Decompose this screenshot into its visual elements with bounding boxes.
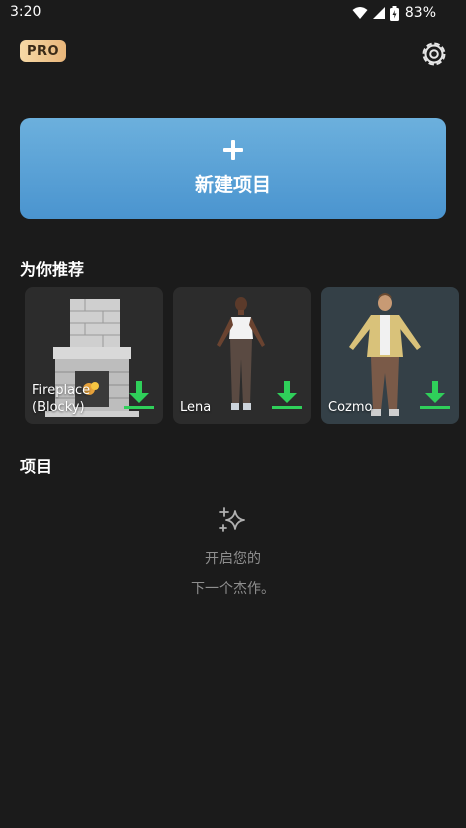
- projects-title: 项目: [20, 457, 53, 476]
- download-icon[interactable]: [271, 380, 303, 410]
- wifi-icon: [352, 7, 368, 19]
- download-icon[interactable]: [123, 380, 155, 410]
- new-project-label: 新建项目: [194, 174, 271, 196]
- recommended-title: 为你推荐: [20, 260, 85, 279]
- recommended-card-lena[interactable]: Lena: [173, 287, 311, 424]
- card-label: Fireplace (Blocky): [32, 383, 91, 415]
- card-label: Cozmo: [328, 400, 373, 415]
- status-icons: 83%: [352, 4, 436, 22]
- gear-icon: [422, 42, 446, 66]
- plus-icon: [223, 140, 243, 160]
- status-bar: 3:20 83%: [0, 0, 466, 26]
- recommended-card-cozmo[interactable]: Cozmo: [321, 287, 459, 424]
- battery-percentage: 83%: [404, 5, 436, 21]
- signal-icon: [372, 7, 385, 19]
- card-label: Lena: [180, 400, 212, 415]
- new-project-button[interactable]: 新建项目: [20, 118, 446, 219]
- empty-state-line2: 下一个杰作。: [191, 581, 275, 597]
- sparkle-icon: [219, 507, 245, 532]
- pro-badge[interactable]: PRO: [20, 40, 66, 62]
- status-time: 3:20: [10, 4, 42, 20]
- recommended-card-fireplace[interactable]: Fireplace (Blocky): [25, 287, 163, 424]
- empty-state: 开启您的 下一个杰作。: [0, 505, 466, 598]
- empty-state-line1: 开启您的: [205, 551, 261, 567]
- download-icon[interactable]: [419, 380, 451, 410]
- battery-icon: [389, 5, 399, 21]
- settings-button[interactable]: [420, 40, 448, 68]
